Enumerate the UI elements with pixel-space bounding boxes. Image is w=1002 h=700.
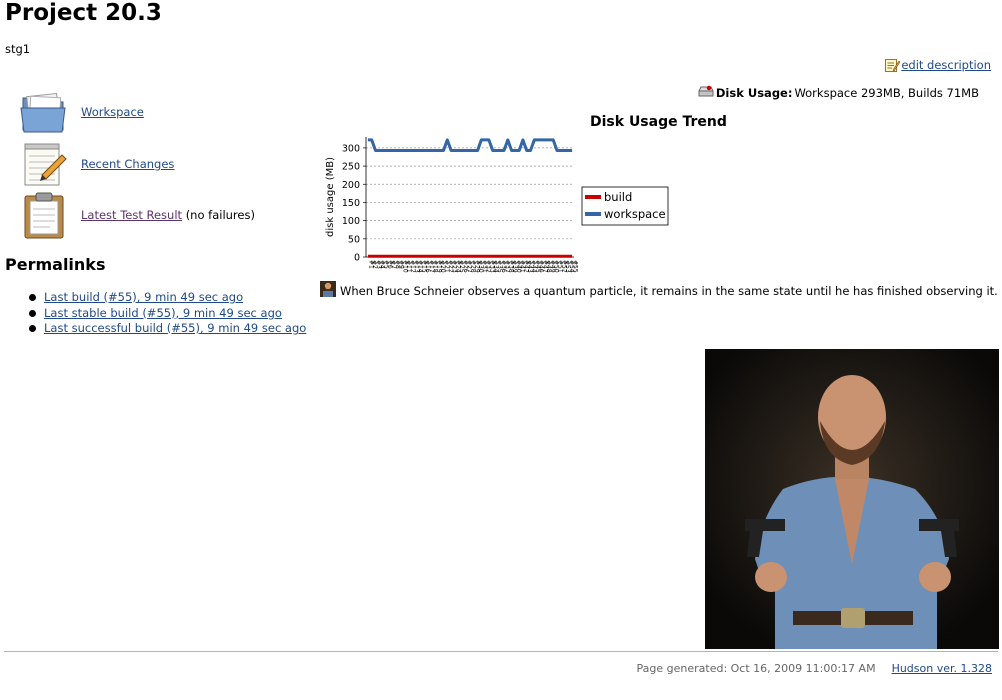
y-tick-label: 150	[342, 198, 360, 209]
permalinks-heading: Permalinks	[5, 255, 106, 274]
series-line-workspace	[367, 138, 573, 152]
permalink-last-stable-build[interactable]: Last stable build (#55), 9 min 49 sec ag…	[44, 306, 282, 320]
chart-title: Disk Usage Trend	[590, 114, 727, 130]
list-item: Last stable build (#55), 9 min 49 sec ag…	[28, 306, 306, 322]
task-recent-changes-link[interactable]: Recent Changes	[81, 157, 174, 171]
y-tick-label: 200	[342, 180, 360, 191]
harddisk-icon	[698, 84, 714, 101]
y-tick-label: 100	[342, 216, 360, 227]
test-result-status: (no failures)	[185, 208, 255, 222]
task-latest-test-result-row: Latest Test Result (no failures)	[81, 208, 255, 222]
footer: Page generated: Oct 16, 2009 11:00:17 AM…	[637, 662, 993, 675]
notepad-edit-icon	[884, 57, 901, 73]
x-tick-label: #55	[572, 260, 579, 273]
bruce-schneier-photo	[705, 349, 999, 649]
task-latest-test-result[interactable]: Latest Test Result (no failures)	[18, 191, 255, 239]
folder-icon	[18, 88, 70, 136]
quote-text: When Bruce Schneier observes a quantum p…	[340, 283, 998, 298]
y-tick-label: 250	[342, 162, 360, 173]
page-generated-text: Page generated: Oct 16, 2009 11:00:17 AM	[636, 662, 876, 675]
list-item: Last build (#55), 9 min 49 sec ago	[28, 290, 306, 306]
y-tick-label: 300	[342, 143, 360, 154]
disk-usage-summary: Disk Usage: Workspace 293MB, Builds 71MB	[698, 84, 979, 101]
disk-usage-trend-chart: 050100150200250300disk usage (MB)#1#2#3#…	[325, 137, 669, 273]
permalink-last-build[interactable]: Last build (#55), 9 min 49 sec ago	[44, 290, 243, 304]
y-axis-label: disk usage (MB)	[325, 157, 336, 237]
edit-description-link[interactable]: edit description	[884, 57, 991, 73]
edit-description-label[interactable]: edit description	[901, 58, 991, 72]
legend-label-build: build	[604, 190, 632, 204]
clipboard-icon	[18, 191, 70, 239]
y-tick-label: 50	[348, 234, 360, 245]
task-workspace[interactable]: Workspace	[18, 88, 144, 136]
task-recent-changes[interactable]: Recent Changes	[18, 140, 174, 188]
notepad-icon	[18, 140, 70, 188]
permalink-last-successful-build[interactable]: Last successful build (#55), 9 min 49 se…	[44, 321, 306, 335]
bruce-schneier-avatar-icon	[320, 281, 336, 300]
project-description: stg1	[5, 42, 31, 56]
disk-usage-value: Workspace 293MB, Builds 71MB	[794, 85, 979, 100]
footer-divider	[4, 651, 998, 652]
page-title: Project 20.3	[5, 0, 162, 26]
y-tick-label: 0	[354, 253, 360, 264]
hudson-version-link[interactable]: Hudson ver. 1.328	[892, 662, 992, 675]
fortune-quote: When Bruce Schneier observes a quantum p…	[320, 281, 998, 300]
disk-usage-label: Disk Usage:	[715, 85, 793, 100]
list-item: Last successful build (#55), 9 min 49 se…	[28, 321, 306, 337]
permalinks-list: Last build (#55), 9 min 49 sec ago Last …	[22, 290, 306, 337]
task-workspace-link[interactable]: Workspace	[81, 105, 144, 119]
latest-test-result-link[interactable]: Latest Test Result	[81, 208, 182, 222]
legend-label-workspace: workspace	[604, 207, 666, 221]
